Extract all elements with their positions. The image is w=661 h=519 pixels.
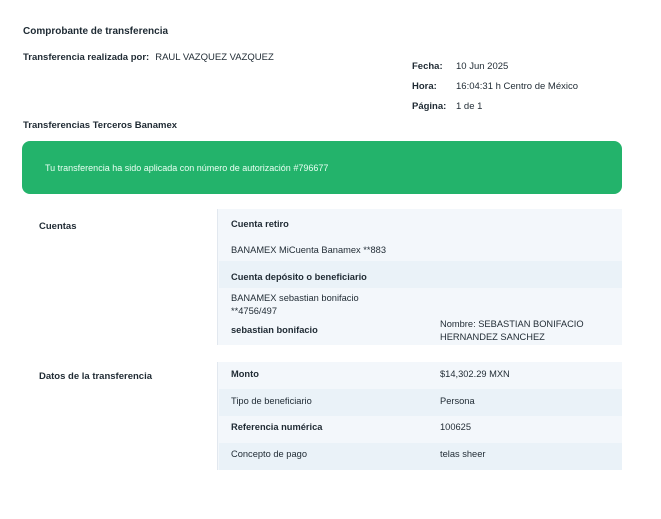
meta-time-value: 16:04:31 h Centro de México: [456, 80, 578, 92]
meta-date: Fecha: 10 Jun 2025: [412, 56, 578, 76]
deposit-account-value-1: BANAMEX sebastian bonifacio: [231, 293, 359, 303]
transfer-label: Datos de la transferencia: [39, 371, 152, 382]
receipt-title: Comprobante de transferencia: [23, 26, 169, 37]
sender-label: Transferencia realizada por:: [23, 52, 150, 63]
reference-value: 100625: [440, 422, 472, 432]
section-title: Transferencias Terceros Banamex: [23, 120, 178, 131]
meta-time-label: Hora:: [412, 80, 437, 92]
reference-label: Referencia numérica: [231, 422, 323, 432]
meta-date-value: 10 Jun 2025: [456, 60, 509, 72]
beneficiary-name-1: Nombre: SEBASTIAN BONIFACIO: [440, 319, 584, 329]
meta-page-label: Página:: [412, 100, 447, 112]
accounts-block: Cuentas Cuenta retiro BANAMEX MiCuenta B…: [22, 209, 622, 345]
beneficiary-type-label: Tipo de beneficiario: [231, 396, 312, 406]
sender-line: Transferencia realizada por: RAUL VAZQUE…: [23, 52, 274, 63]
payment-concept-label: Concepto de pago: [231, 449, 307, 459]
beneficiary-alias: sebastian bonifacio: [231, 325, 318, 335]
receipt-meta: Fecha: 10 Jun 2025 Hora: 16:04:31 h Cent…: [412, 56, 578, 116]
success-banner: Tu transferencia ha sido aplicada con nú…: [22, 141, 622, 194]
deposit-account-value-2: **4756/497: [231, 306, 278, 316]
payment-concept-value: telas sheer: [440, 449, 486, 459]
meta-time: Hora: 16:04:31 h Centro de México: [412, 76, 578, 96]
transfer-block: Datos de la transferencia Monto $14,302.…: [22, 362, 622, 470]
meta-date-label: Fecha:: [412, 60, 443, 72]
accounts-label: Cuentas: [39, 221, 77, 232]
success-banner-text: Tu transferencia ha sido aplicada con nú…: [45, 162, 329, 173]
beneficiary-type-value: Persona: [440, 396, 475, 406]
meta-page-value: 1 de 1: [456, 100, 483, 112]
beneficiary-name-2: HERNANDEZ SANCHEZ: [440, 332, 545, 342]
meta-page: Página: 1 de 1: [412, 96, 578, 116]
deposit-account-label: Cuenta depósito o beneficiario: [231, 272, 367, 282]
sender-name: RAUL VAZQUEZ VAZQUEZ: [155, 52, 274, 63]
amount-label: Monto: [231, 369, 259, 379]
amount-value: $14,302.29 MXN: [440, 369, 510, 379]
withdraw-account-value: BANAMEX MiCuenta Banamex **883: [231, 245, 387, 255]
withdraw-account-label: Cuenta retiro: [231, 219, 289, 229]
